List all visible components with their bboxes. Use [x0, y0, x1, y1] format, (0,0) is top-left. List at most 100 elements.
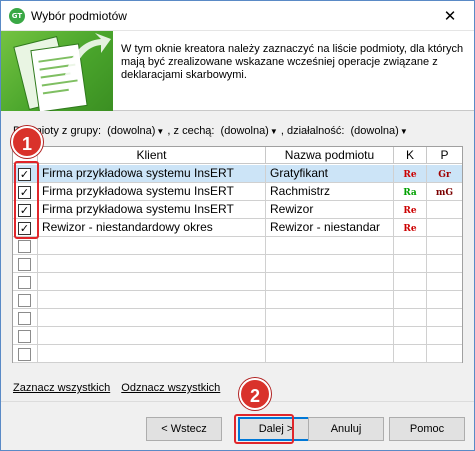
client-cell: Rewizor - niestandardowy okres: [38, 219, 266, 237]
p-cell: [427, 255, 462, 273]
table-row[interactable]: [13, 273, 462, 291]
entity-name-cell: [266, 255, 394, 273]
k-badge: Ra: [403, 188, 417, 198]
k-cell: [394, 327, 427, 345]
table-row[interactable]: [13, 309, 462, 327]
window-title: Wybór podmiotów: [31, 9, 127, 23]
p-badge: Gr: [438, 170, 451, 180]
cancel-button[interactable]: Anuluj: [308, 417, 384, 441]
table-row[interactable]: ✓ Firma przykładowa systemu InsERT Rachmis…: [13, 183, 462, 201]
entity-name-cell: [266, 273, 394, 291]
help-button[interactable]: Pomoc: [389, 417, 465, 441]
k-cell: [394, 345, 427, 363]
row-checkbox[interactable]: [18, 330, 31, 343]
row-check-cell: [13, 345, 38, 363]
column-header-k[interactable]: K: [394, 147, 427, 164]
entity-name-cell: [266, 309, 394, 327]
chevron-down-icon: ▼: [269, 127, 278, 136]
column-header-client[interactable]: Klient: [38, 147, 266, 164]
table-row[interactable]: [13, 327, 462, 345]
row-checkbox[interactable]: [18, 294, 31, 307]
table-row[interactable]: ✓ Firma przykładowa systemu InsERT Rewizor…: [13, 201, 462, 219]
row-checkbox[interactable]: [18, 258, 31, 271]
row-check-cell: [13, 309, 38, 327]
chevron-down-icon: ▼: [399, 127, 408, 136]
client-cell: [38, 345, 266, 363]
back-button[interactable]: < Wstecz: [146, 417, 222, 441]
table-row[interactable]: [13, 255, 462, 273]
row-check-cell: [13, 237, 38, 255]
table-row[interactable]: ✓ Rewizor - niestandardowy okres Rewizor -…: [13, 219, 462, 237]
k-cell: Re: [394, 165, 427, 183]
k-cell: [394, 255, 427, 273]
client-cell: Firma przykładowa systemu InsERT: [38, 183, 266, 201]
k-badge: Re: [403, 224, 417, 234]
documents-illustration-icon: [1, 31, 113, 111]
select-all-link[interactable]: Zaznacz wszystkich: [13, 382, 110, 394]
banner-description: W tym oknie kreatora należy zaznaczyć na…: [121, 43, 464, 81]
k-cell: Re: [394, 219, 427, 237]
wizard-window: GT Wybór podmiotów ✕ W tym oknie kreator…: [0, 0, 475, 451]
selection-links: Zaznacz wszystkich Odznacz wszystkich: [13, 382, 228, 394]
activity-filter-label: , działalność:: [280, 125, 345, 137]
callout-badge-1: 1: [11, 126, 43, 158]
entity-name-cell: [266, 327, 394, 345]
p-cell: Gr: [427, 165, 462, 183]
k-cell: [394, 237, 427, 255]
k-badge: Re: [403, 206, 417, 216]
table-row[interactable]: ✓ Firma przykładowa systemu InsERT Gratyfi…: [13, 165, 462, 183]
row-checkbox[interactable]: [18, 348, 31, 361]
client-cell: [38, 273, 266, 291]
p-cell: [427, 201, 462, 219]
activity-filter-value: (dowolna): [350, 125, 399, 137]
p-cell: [427, 219, 462, 237]
group-filter-value: (dowolna): [107, 125, 156, 137]
entity-name-cell: Rachmistrz: [266, 183, 394, 201]
footer-divider: [1, 401, 474, 402]
deselect-all-link[interactable]: Odznacz wszystkich: [121, 382, 220, 394]
chevron-down-icon: ▼: [156, 127, 165, 136]
feature-filter-dropdown[interactable]: (dowolna)▼: [221, 125, 278, 137]
group-filter-dropdown[interactable]: (dowolna)▼: [107, 125, 164, 137]
row-check-cell: [13, 273, 38, 291]
p-cell: [427, 237, 462, 255]
p-cell: [427, 273, 462, 291]
p-cell: [427, 291, 462, 309]
row-checkbox[interactable]: [18, 276, 31, 289]
p-cell: [427, 345, 462, 363]
entity-name-cell: [266, 237, 394, 255]
p-badge: mG: [435, 188, 454, 198]
title-bar[interactable]: GT Wybór podmiotów ✕: [1, 1, 474, 31]
k-cell: Ra: [394, 183, 427, 201]
client-cell: Firma przykładowa systemu InsERT: [38, 165, 266, 183]
close-button[interactable]: ✕: [430, 2, 470, 30]
next-button-highlight: [234, 414, 294, 444]
row-checkbox[interactable]: [18, 312, 31, 325]
app-logo-icon: GT: [9, 8, 25, 24]
p-cell: mG: [427, 183, 462, 201]
wizard-banner: W tym oknie kreatora należy zaznaczyć na…: [1, 31, 474, 111]
grid-header: Klient Nazwa podmiotu K P: [13, 147, 462, 164]
k-badge: Re: [403, 170, 417, 180]
client-cell: [38, 255, 266, 273]
column-header-entity-name[interactable]: Nazwa podmiotu: [266, 147, 394, 164]
row-checkbox[interactable]: [18, 240, 31, 253]
row-check-cell: [13, 291, 38, 309]
k-cell: [394, 273, 427, 291]
activity-filter-dropdown[interactable]: (dowolna)▼: [351, 125, 408, 137]
k-cell: [394, 291, 427, 309]
p-cell: [427, 309, 462, 327]
entity-name-cell: Gratyfikant: [266, 165, 394, 183]
k-cell: [394, 309, 427, 327]
table-row[interactable]: [13, 345, 462, 363]
filter-bar: Podmioty z grupy: (dowolna)▼ , z cechą: …: [13, 125, 468, 141]
row-check-cell: [13, 255, 38, 273]
table-row[interactable]: [13, 237, 462, 255]
table-row[interactable]: [13, 291, 462, 309]
column-header-p[interactable]: P: [427, 147, 462, 164]
entities-grid[interactable]: Klient Nazwa podmiotu K P ✓ Firma przykła…: [12, 146, 463, 363]
client-cell: [38, 291, 266, 309]
entity-name-cell: Rewizor - niestandar: [266, 219, 394, 237]
entity-name-cell: [266, 291, 394, 309]
client-cell: Firma przykładowa systemu InsERT: [38, 201, 266, 219]
